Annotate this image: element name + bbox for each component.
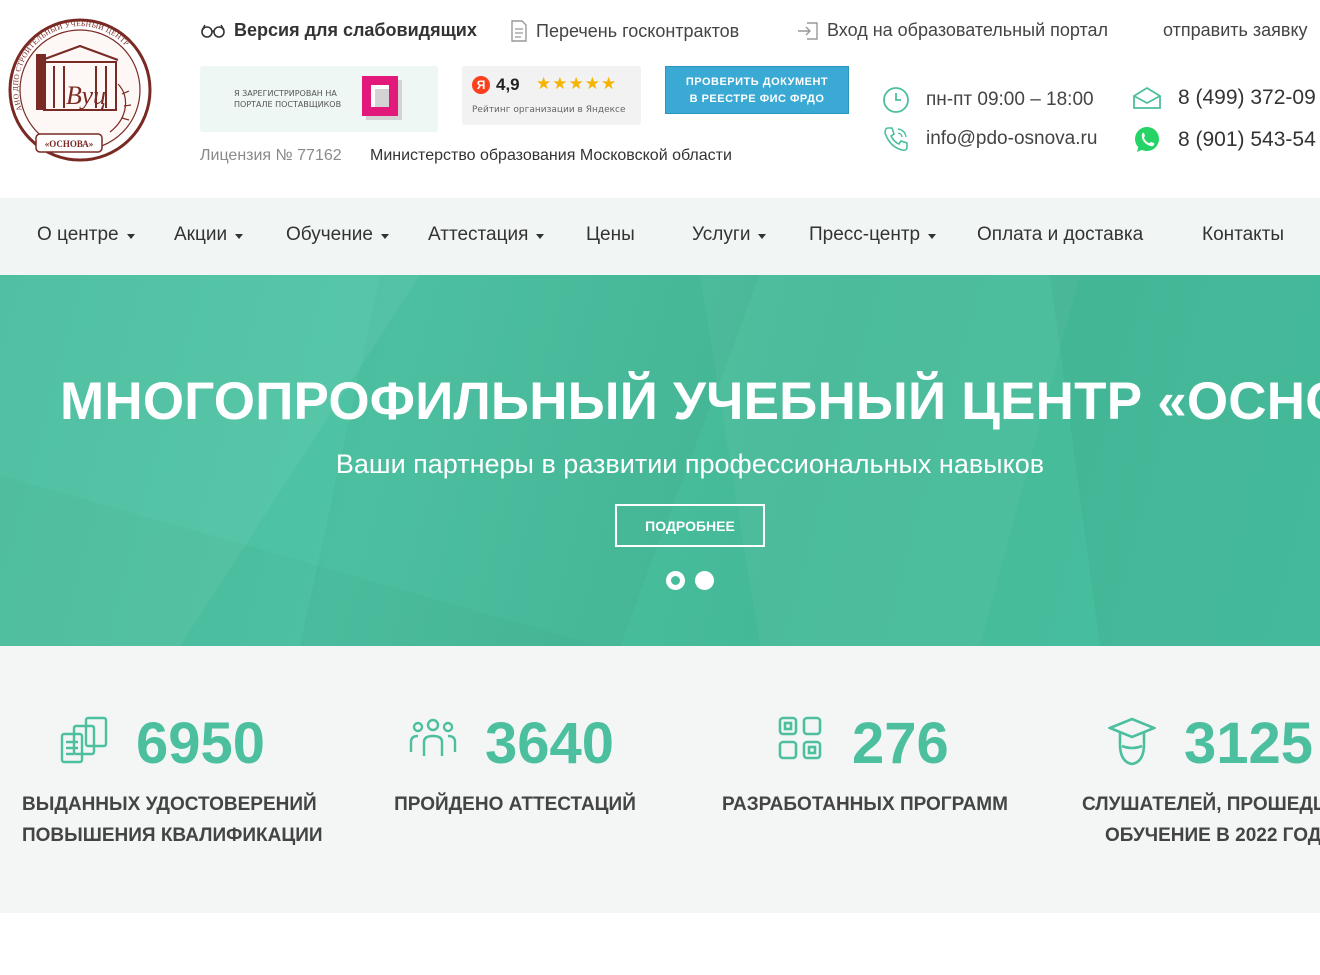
nav-promotions-label: Акции — [174, 224, 228, 245]
phone-1-text: 8 (499) 372-09 — [1178, 86, 1316, 109]
nav-payment-delivery-label: Оплата и доставка — [977, 224, 1144, 245]
slider-dot-2[interactable] — [695, 571, 714, 590]
caret-down-icon — [758, 233, 767, 239]
stat-value: 276 — [852, 711, 949, 776]
whatsapp-icon — [1135, 127, 1159, 152]
send-request-link[interactable]: отправить заявку — [1163, 20, 1308, 41]
accessibility-label: Версия для слабовидящих — [234, 20, 477, 40]
supplier-portal-text: Я ЗАРЕГИСТРИРОВАН НА ПОРТАЛЕ ПОСТАВЩИКОВ — [234, 89, 342, 109]
portal-link[interactable]: Вход на образовательный портал — [797, 20, 1108, 41]
rating-stars-icon: ★★★★★ — [536, 74, 618, 93]
nav-certification-label: Аттестация — [428, 224, 529, 245]
hero-more-button[interactable]: ПОДРОБНЕЕ — [615, 504, 765, 547]
stat-label-line: ПРОЙДЕНО АТТЕСТАЦИЙ — [394, 794, 636, 815]
stat-value: 6950 — [136, 711, 266, 776]
nav-prices[interactable]: Цены — [586, 224, 635, 246]
caret-down-icon — [235, 233, 244, 239]
stat-label-line: РАЗРАБОТАННЫХ ПРОГРАММ — [722, 794, 1008, 815]
contracts-link[interactable]: Перечень госконтрактов — [510, 20, 739, 42]
phone-2-text: 8 (901) 543-54 — [1178, 128, 1316, 151]
stat-label-line: ПОВЫШЕНИЯ КВАЛИФИКАЦИИ — [22, 825, 323, 846]
slider-dot-1[interactable] — [666, 571, 685, 590]
hero-title: МНОГОПРОФИЛЬНЫЙ УЧЕБНЫЙ ЦЕНТР «ОСНОВА» — [60, 372, 1320, 431]
phone-call-icon — [884, 127, 908, 151]
yandex-rating-badge[interactable]: Я 4,9 ★★★★★ Рейтинг организации в Яндекс… — [462, 66, 641, 125]
stat-label: СЛУШАТЕЛЕЙ, ПРОШЕДШ ОБУЧЕНИЕ В 2022 ГОДУ — [1082, 789, 1320, 851]
phone-1[interactable]: 8 (499) 372-09 — [1132, 86, 1316, 110]
hero-subtitle: Ваши партнеры в развитии профессиональны… — [335, 449, 1045, 479]
nav-press-center[interactable]: Пресс-центр — [809, 224, 937, 246]
documents-icon — [60, 716, 108, 764]
hero-slider: МНОГОПРОФИЛЬНЫЙ УЧЕБНЫЙ ЦЕНТР «ОСНОВА» В… — [0, 275, 1320, 646]
accessibility-link[interactable]: Версия для слабовидящих — [200, 20, 477, 41]
stat-label: ПРОЙДЕНО АТТЕСТАЦИЙ — [380, 789, 650, 820]
grid-programs-icon — [778, 716, 822, 760]
email-contact[interactable]: info@pdo-osnova.ru — [882, 125, 1097, 153]
stat-value: 3640 — [485, 711, 615, 776]
logo-ribbon: «ОСНОВА» — [45, 139, 94, 149]
caret-down-icon — [928, 233, 937, 239]
main-nav: О центре Акции Обучение Аттестация Цены … — [0, 198, 1320, 275]
glasses-icon — [201, 24, 225, 38]
nav-press-center-label: Пресс-центр — [809, 224, 921, 245]
nav-contacts[interactable]: Контакты — [1202, 224, 1284, 246]
working-hours: пн-пт 09:00 – 18:00 — [882, 86, 1094, 114]
graduate-icon — [1108, 717, 1156, 766]
contracts-label: Перечень госконтрактов — [536, 20, 740, 41]
nav-promotions[interactable]: Акции — [174, 224, 244, 246]
site-logo[interactable]: АНО ДПО СТРОИТЕЛЬНЫЙ УЧЕБНЫЙ ЦЕНТР Вуц «… — [6, 14, 154, 164]
stat-label-line: ВЫДАННЫХ УДОСТОВЕРЕНИЙ — [22, 794, 317, 815]
nav-about[interactable]: О центре — [37, 224, 135, 246]
supplier-portal-logo — [362, 76, 402, 120]
stat-label: РАЗРАБОТАННЫХ ПРОГРАММ — [720, 789, 1010, 820]
document-icon — [511, 20, 527, 42]
check-document-line2: В РЕЕСТРЕ ФИС ФРДО — [689, 93, 825, 105]
working-hours-text: пн-пт 09:00 – 18:00 — [926, 89, 1094, 110]
stat-label-line: ОБУЧЕНИЕ В 2022 ГОДУ — [1105, 825, 1320, 846]
email-text: info@pdo-osnova.ru — [926, 128, 1098, 149]
clock-icon — [883, 87, 909, 113]
yandex-icon: Я — [472, 76, 490, 94]
statistics-section: 6950 ВЫДАННЫХ УДОСТОВЕРЕНИЙ ПОВЫШЕНИЯ КВ… — [0, 646, 1320, 913]
caret-down-icon — [126, 233, 135, 239]
stat-label: ВЫДАННЫХ УДОСТОВЕРЕНИЙ ПОВЫШЕНИЯ КВАЛИФИ… — [22, 789, 323, 851]
nav-services[interactable]: Услуги — [692, 224, 767, 246]
stat-label-line: СЛУШАТЕЛЕЙ, ПРОШЕДШ — [1082, 794, 1320, 815]
caret-down-icon — [380, 233, 389, 239]
yandex-score: 4,9 — [496, 75, 520, 94]
check-document-button[interactable]: ПРОВЕРИТЬ ДОКУМЕНТ В РЕЕСТРЕ ФИС ФРДО — [665, 66, 849, 114]
phone-2[interactable]: 8 (901) 543-54 — [1132, 125, 1316, 155]
nav-training[interactable]: Обучение — [286, 224, 389, 246]
nav-certification[interactable]: Аттестация — [428, 224, 545, 246]
envelope-icon — [1133, 86, 1161, 109]
site-header: АНО ДПО СТРОИТЕЛЬНЫЙ УЧЕБНЫЙ ЦЕНТР Вуц «… — [0, 0, 1320, 198]
nav-prices-label: Цены — [586, 224, 635, 245]
logo-script: Вуц — [66, 81, 106, 110]
login-icon — [798, 21, 818, 40]
check-document-line1: ПРОВЕРИТЬ ДОКУМЕНТ — [685, 76, 829, 88]
nav-contacts-label: Контакты — [1202, 224, 1285, 245]
yandex-caption: Рейтинг организации в Яндексе — [472, 105, 626, 115]
portal-label: Вход на образовательный портал — [827, 20, 1109, 40]
people-group-icon — [409, 718, 457, 756]
stat-value: 3125 — [1184, 711, 1314, 776]
nav-about-label: О центре — [37, 224, 119, 245]
caret-down-icon — [536, 233, 545, 239]
nav-payment-delivery[interactable]: Оплата и доставка — [977, 224, 1143, 246]
nav-training-label: Обучение — [286, 224, 373, 245]
license-number: Лицензия № 77162 — [200, 147, 342, 164]
supplier-portal-badge[interactable]: Я ЗАРЕГИСТРИРОВАН НА ПОРТАЛЕ ПОСТАВЩИКОВ — [200, 66, 438, 132]
nav-services-label: Услуги — [692, 224, 751, 245]
send-request-label: отправить заявку — [1163, 20, 1308, 40]
ministry-text: Министерство образования Московской обла… — [370, 147, 732, 164]
